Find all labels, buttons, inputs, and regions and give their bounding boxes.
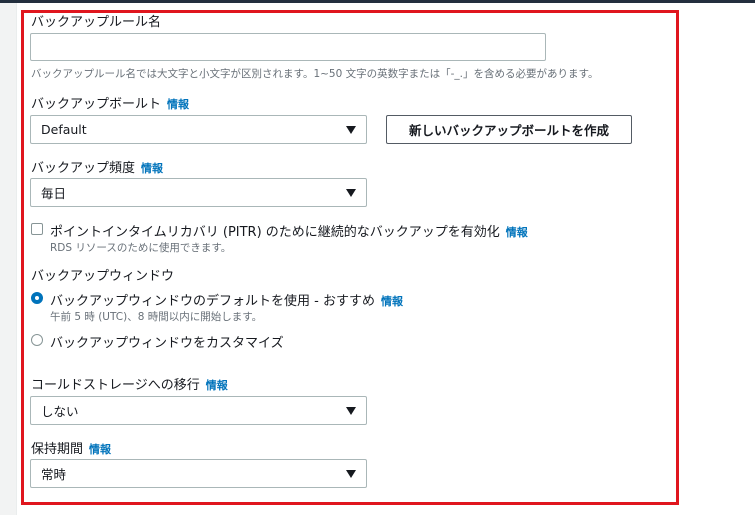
retention-select-value: 常時 (41, 467, 67, 482)
frequency-label: バックアップ頻度 情報 (31, 157, 163, 176)
caret-down-icon (346, 188, 356, 197)
window-default-hint: 午前 5 時 (UTC)、8 時間以内に開始します。 (50, 311, 263, 323)
retention-label: 保持期間 情報 (31, 438, 111, 457)
frequency-label-text: バックアップ頻度 (31, 161, 136, 176)
frequency-info-link[interactable]: 情報 (141, 162, 163, 175)
rule-name-label: バックアップルール名 (31, 15, 162, 30)
cold-storage-label: コールドストレージへの移行 情報 (31, 374, 228, 393)
frequency-select[interactable]: 毎日 (30, 178, 367, 207)
retention-info-link[interactable]: 情報 (89, 443, 111, 456)
window-custom-label: バックアップウィンドウをカスタマイズ (50, 336, 284, 351)
vault-label-text: バックアップボールト (31, 97, 162, 112)
window-default-label: バックアップウィンドウのデフォルトを使用 - おすすめ (50, 294, 375, 309)
vault-select-value: Default (41, 122, 87, 137)
highlight-box (21, 10, 679, 505)
window-default-option: バックアップウィンドウのデフォルトを使用 - おすすめ 情報 (50, 290, 403, 309)
frequency-select-value: 毎日 (41, 186, 67, 201)
window-label: バックアップウィンドウ (31, 269, 175, 284)
create-vault-button[interactable]: 新しいバックアップボールトを作成 (386, 115, 632, 144)
caret-down-icon (346, 469, 356, 478)
cold-storage-select-value: しない (41, 404, 79, 419)
window-custom-radio[interactable] (31, 334, 43, 346)
cold-storage-label-text: コールドストレージへの移行 (31, 378, 200, 393)
retention-label-text: 保持期間 (31, 442, 84, 457)
pitr-checkbox[interactable] (31, 223, 43, 235)
pitr-label: ポイントインタイムリカバリ (PITR) のために継続的なバックアップを有効化情… (50, 221, 528, 240)
rule-name-input[interactable] (30, 33, 546, 61)
vault-label: バックアップボールト 情報 (31, 93, 189, 112)
vault-select[interactable]: Default (30, 115, 367, 144)
vault-info-link[interactable]: 情報 (167, 98, 189, 111)
rule-name-hint: バックアップルール名では大文字と小文字が区別されます。1~50 文字の英数字また… (31, 68, 599, 80)
pitr-hint: RDS リソースのために使用できます。 (50, 242, 232, 254)
cold-storage-select[interactable]: しない (30, 396, 367, 425)
cold-storage-info-link[interactable]: 情報 (206, 379, 228, 392)
window-default-info-link[interactable]: 情報 (381, 295, 403, 308)
pitr-label-text: ポイントインタイムリカバリ (PITR) のために継続的なバックアップを有効化 (50, 225, 500, 240)
retention-select[interactable]: 常時 (30, 459, 367, 488)
pitr-info-link[interactable]: 情報 (506, 226, 528, 239)
caret-down-icon (346, 125, 356, 134)
window-default-radio[interactable] (31, 292, 43, 304)
caret-down-icon (346, 406, 356, 415)
